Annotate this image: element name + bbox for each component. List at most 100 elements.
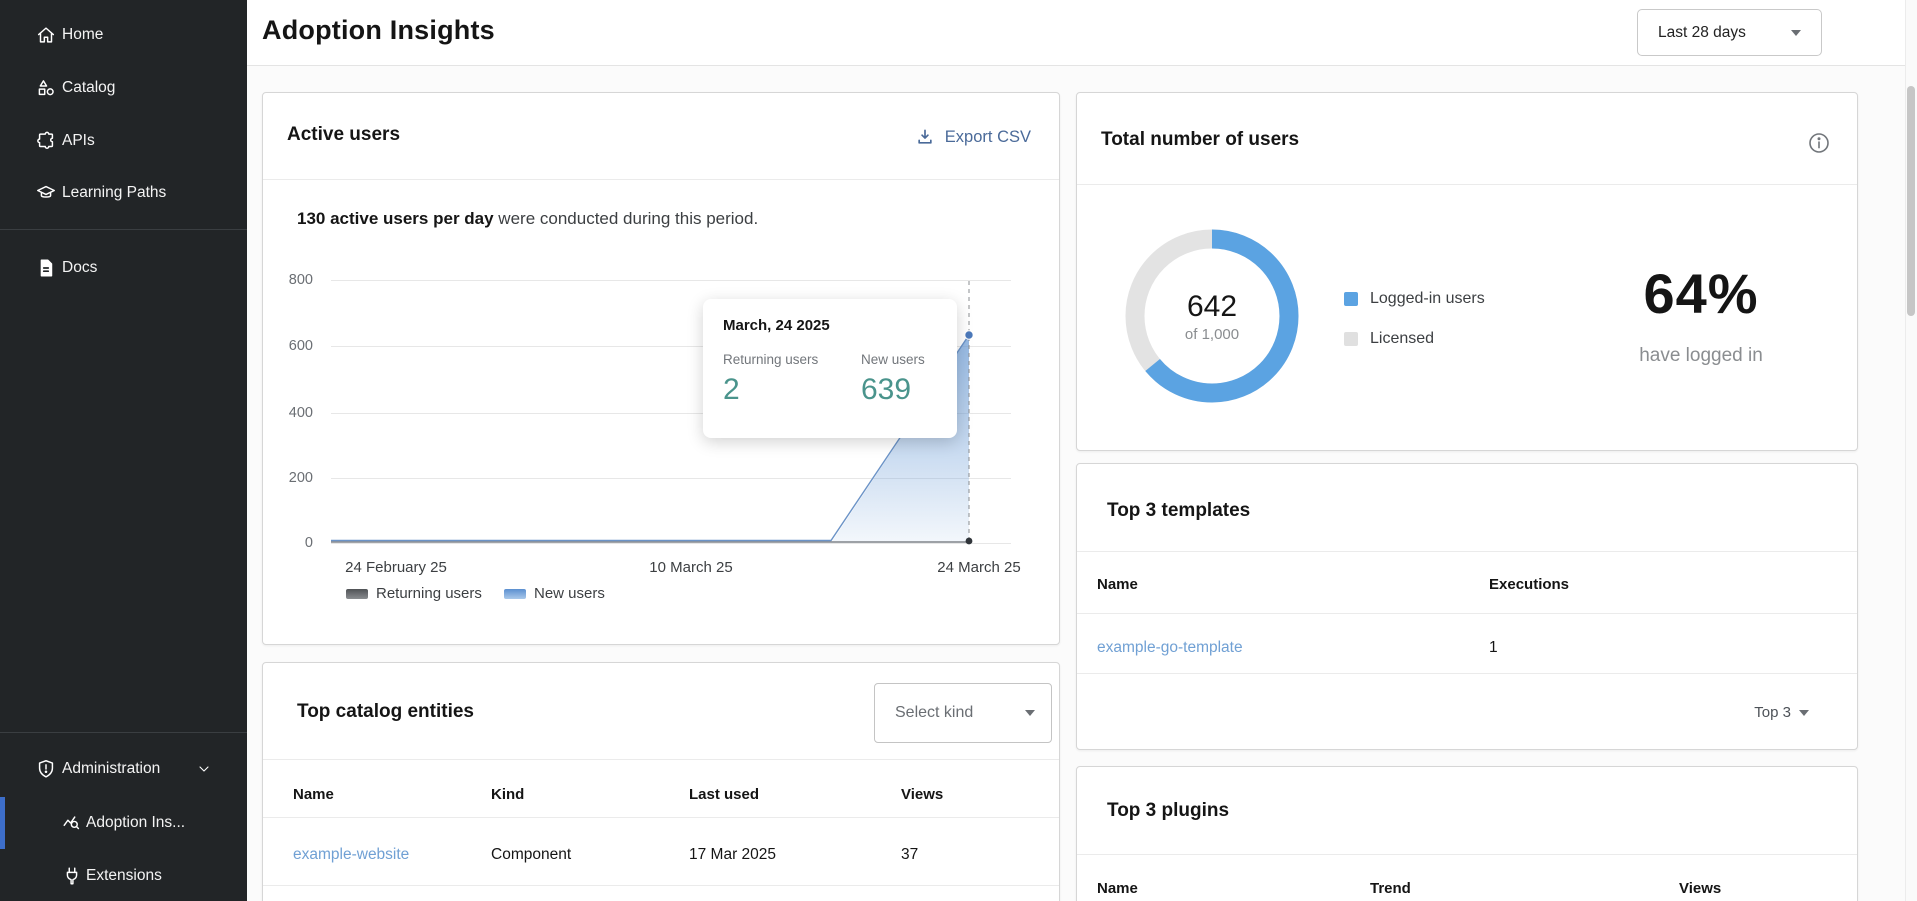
divider: [263, 179, 1059, 180]
sidebar-item-adoption-insights[interactable]: Adoption Ins...: [0, 803, 247, 843]
top-templates-card: Top 3 templates Name Executions example-…: [1076, 463, 1858, 750]
sidebar-item-extensions[interactable]: Extensions: [0, 856, 247, 896]
insights-icon: [60, 811, 84, 835]
sidebar-item-learning-paths[interactable]: Learning Paths: [0, 173, 247, 213]
sidebar-item-label: Home: [62, 26, 103, 44]
sidebar-item-label: Adoption Ins...: [86, 814, 185, 832]
adoption-insights-page: Home Catalog APIs Learning Paths Docs: [0, 0, 1917, 901]
chevron-down-icon: [196, 761, 212, 782]
tooltip-date: March, 24 2025: [723, 317, 830, 334]
divider: [1077, 184, 1857, 185]
entity-name-link[interactable]: example-website: [293, 846, 409, 864]
sidebar-item-docs[interactable]: Docs: [0, 248, 247, 288]
export-csv-button[interactable]: Export CSV: [915, 127, 1031, 147]
x-axis-tick: 10 March 25: [616, 559, 766, 576]
chevron-down-icon: [1025, 710, 1035, 716]
sidebar-item-label: APIs: [62, 132, 95, 150]
sidebar-item-home[interactable]: Home: [0, 15, 247, 55]
divider: [1077, 613, 1857, 614]
download-icon: [915, 127, 935, 147]
sidebar-item-label: Catalog: [62, 79, 115, 97]
column-header-trend: Trend: [1370, 880, 1411, 897]
legend-label: Returning users: [376, 585, 482, 602]
hover-point-new-users: [965, 331, 973, 339]
legend-item-new-users: New users: [504, 585, 605, 602]
column-header-name: Name: [1097, 576, 1138, 593]
chevron-down-icon: [1791, 30, 1801, 36]
licensed-total: of 1,000: [1185, 326, 1239, 343]
api-icon: [34, 129, 58, 153]
sidebar-item-label: Learning Paths: [62, 184, 166, 202]
column-header-name: Name: [293, 786, 334, 803]
divider: [263, 885, 1059, 886]
info-icon[interactable]: [1807, 131, 1831, 160]
legend-swatch-new: [504, 589, 526, 599]
card-title: Active users: [287, 124, 400, 146]
tooltip-new-label: New users: [861, 352, 925, 367]
shield-icon: [34, 757, 58, 781]
top-n-value: Top 3: [1754, 704, 1791, 721]
column-header-name: Name: [1097, 880, 1138, 897]
tooltip-returning-label: Returning users: [723, 352, 818, 367]
legend-item-logged-in: Logged-in users: [1344, 290, 1485, 308]
catalog-icon: [34, 76, 58, 100]
y-axis-tick: 200: [269, 470, 313, 486]
legend-swatch-returning: [346, 589, 368, 599]
y-axis-tick: 800: [269, 272, 313, 288]
sidebar-item-label: Extensions: [86, 867, 162, 885]
x-axis-tick: 24 February 25: [321, 559, 471, 576]
y-axis-tick: 600: [269, 338, 313, 354]
y-axis-tick: 0: [269, 535, 313, 551]
export-csv-label: Export CSV: [945, 128, 1031, 147]
entity-kind: Component: [491, 846, 571, 864]
sidebar-item-catalog[interactable]: Catalog: [0, 68, 247, 108]
docs-icon: [34, 256, 58, 280]
scrollbar-thumb[interactable]: [1907, 86, 1915, 316]
card-title: Top catalog entities: [297, 701, 474, 723]
template-name-link[interactable]: example-go-template: [1097, 639, 1243, 657]
legend-swatch-logged-in: [1344, 292, 1358, 306]
top-catalog-entities-card: Top catalog entities Select kind Name Ki…: [262, 662, 1060, 901]
divider: [1077, 551, 1857, 552]
x-axis-tick: 24 March 25: [904, 559, 1054, 576]
entity-views: 37: [901, 846, 918, 864]
legend-label: New users: [534, 585, 605, 602]
legend-label: Licensed: [1370, 330, 1434, 348]
divider: [263, 817, 1059, 818]
chart-summary: 130 active users per day were conducted …: [297, 209, 758, 229]
tooltip-new-value: 639: [861, 373, 911, 407]
logged-in-caption: have logged in: [1576, 345, 1826, 367]
date-range-select[interactable]: Last 28 days: [1637, 9, 1822, 56]
sidebar-divider: [0, 229, 247, 230]
top-n-select[interactable]: Top 3: [1754, 704, 1809, 721]
column-header-kind: Kind: [491, 786, 524, 803]
date-range-value: Last 28 days: [1658, 24, 1746, 42]
template-executions: 1: [1489, 639, 1498, 657]
kind-select[interactable]: Select kind: [874, 683, 1052, 743]
sidebar-item-apis[interactable]: APIs: [0, 121, 247, 161]
page-header: Adoption Insights Last 28 days: [247, 0, 1917, 66]
donut-center-label: 642 of 1,000: [1119, 223, 1305, 409]
column-header-last-used: Last used: [689, 786, 759, 803]
sidebar-divider: [0, 732, 247, 733]
divider: [1077, 854, 1857, 855]
column-header-views: Views: [1679, 880, 1721, 897]
divider: [263, 759, 1059, 760]
chart-tooltip: March, 24 2025 Returning users New users…: [703, 299, 957, 438]
sidebar-item-label: Docs: [62, 259, 97, 277]
logged-in-percent-block: 64%: [1576, 261, 1826, 326]
logged-in-percent-caption-block: have logged in: [1576, 345, 1826, 367]
total-users-card: Total number of users 642 of 1,000 Logge…: [1076, 92, 1858, 451]
card-title: Top 3 templates: [1107, 500, 1250, 522]
learning-paths-icon: [34, 181, 58, 205]
divider: [1077, 673, 1857, 674]
legend-item-licensed: Licensed: [1344, 330, 1434, 348]
active-users-card: Active users Export CSV 130 active users…: [262, 92, 1060, 645]
column-header-views: Views: [901, 786, 943, 803]
card-title: Total number of users: [1101, 129, 1299, 151]
sidebar-item-administration[interactable]: Administration: [0, 749, 247, 789]
kind-select-placeholder: Select kind: [895, 704, 973, 722]
entity-last-used: 17 Mar 2025: [689, 846, 776, 864]
sidebar: Home Catalog APIs Learning Paths Docs: [0, 0, 247, 901]
column-header-executions: Executions: [1489, 576, 1569, 593]
